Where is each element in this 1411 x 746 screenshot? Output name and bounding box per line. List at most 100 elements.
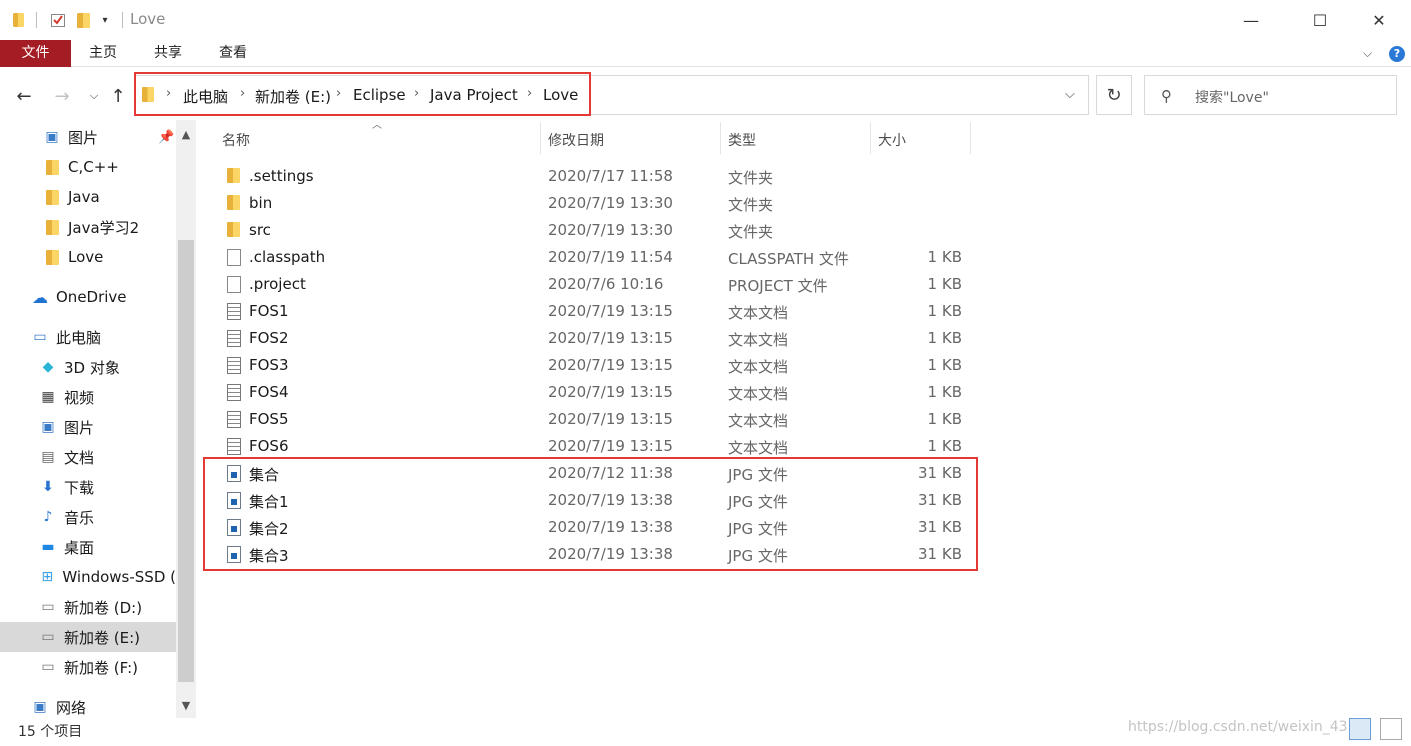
refresh-button[interactable]: ↻ <box>1096 75 1132 115</box>
pin-icon[interactable]: 📌 <box>158 130 174 145</box>
file-date: 2020/7/19 13:38 <box>548 545 673 563</box>
recent-locations-icon[interactable]: ⌵ <box>82 84 106 108</box>
back-icon[interactable]: ← <box>12 84 36 108</box>
column-divider[interactable] <box>540 122 541 154</box>
nav-item-documents[interactable]: ▤ 文档 <box>0 442 176 472</box>
folder-icon <box>42 188 62 206</box>
nav-item-drive-e[interactable]: ▭ 新加卷 (E:) <box>0 622 176 652</box>
file-name: 集合2 <box>249 520 289 538</box>
forward-icon[interactable]: → <box>50 84 74 108</box>
folder-quick-icon[interactable] <box>10 10 26 30</box>
column-header-date[interactable]: 修改日期 <box>548 130 604 150</box>
file-name: FOS4 <box>249 383 289 401</box>
file-row[interactable]: src 2020/7/19 13:30 文件夹 <box>220 217 975 244</box>
column-header-name[interactable]: 名称 <box>222 130 250 150</box>
tab-share[interactable]: 共享 <box>143 40 193 67</box>
file-row[interactable]: FOS1 2020/7/19 13:15 文本文档 1 KB <box>220 298 975 325</box>
file-row[interactable]: FOS2 2020/7/19 13:15 文本文档 1 KB <box>220 325 975 352</box>
nav-item-java2[interactable]: Java学习2 <box>0 212 176 242</box>
nav-item-videos[interactable]: ▦ 视频 <box>0 382 176 412</box>
nav-item-3d-objects[interactable]: ◆ 3D 对象 <box>0 352 176 382</box>
close-button[interactable]: ✕ <box>1356 0 1402 40</box>
properties-icon[interactable] <box>48 10 68 30</box>
nav-scrollbar-thumb[interactable] <box>178 240 194 682</box>
maximize-button[interactable]: ☐ <box>1297 0 1343 40</box>
column-header-type[interactable]: 类型 <box>728 130 756 150</box>
3d-objects-icon: ◆ <box>42 359 54 375</box>
column-divider[interactable] <box>970 122 971 154</box>
file-row[interactable]: FOS5 2020/7/19 13:15 文本文档 1 KB <box>220 406 975 433</box>
nav-item-pictures[interactable]: ▣ 图片 <box>0 412 176 442</box>
details-view-button[interactable] <box>1349 718 1371 740</box>
up-icon[interactable]: ↑ <box>106 84 130 108</box>
file-type: 文件夹 <box>728 223 774 241</box>
network-icon: ▣ <box>33 699 47 715</box>
jpg-file-icon <box>227 546 241 567</box>
file-row[interactable]: .project 2020/7/6 10:16 PROJECT 文件 1 KB <box>220 271 975 298</box>
folder-icon <box>227 222 240 241</box>
column-header-size[interactable]: 大小 <box>878 130 906 150</box>
minimize-button[interactable]: — <box>1228 0 1274 40</box>
file-date: 2020/7/19 13:15 <box>548 410 673 428</box>
file-row[interactable]: FOS6 2020/7/19 13:15 文本文档 1 KB <box>220 433 975 460</box>
file-row[interactable]: 集合3 2020/7/19 13:38 JPG 文件 31 KB <box>220 541 975 568</box>
nav-item-onedrive[interactable]: ☁ OneDrive <box>0 282 176 312</box>
file-row[interactable]: .classpath 2020/7/19 11:54 CLASSPATH 文件 1 K… <box>220 244 975 271</box>
scroll-up-icon[interactable]: ▲ <box>176 124 196 144</box>
nav-item-this-pc[interactable]: ▭ 此电脑 <box>0 322 176 352</box>
nav-item-network[interactable]: ▣ 网络 <box>0 692 176 720</box>
refresh-icon: ↻ <box>1106 84 1122 106</box>
large-icons-view-button[interactable] <box>1380 718 1402 740</box>
folder-icon <box>227 168 240 187</box>
file-size: 1 KB <box>927 383 962 401</box>
file-row[interactable]: FOS4 2020/7/19 13:15 文本文档 1 KB <box>220 379 975 406</box>
customize-toolbar-icon[interactable]: ▾ <box>98 10 112 30</box>
breadcrumb-love[interactable]: Love <box>543 86 578 104</box>
file-size: 31 KB <box>918 545 962 563</box>
file-size: 31 KB <box>918 464 962 482</box>
column-divider[interactable] <box>720 122 721 154</box>
breadcrumb-java-project[interactable]: Java Project <box>430 86 518 104</box>
nav-item-c-cpp[interactable]: C,C++ <box>0 152 176 182</box>
search-input[interactable]: 搜索"Love" <box>1195 87 1269 107</box>
address-bar[interactable]: › 此电脑 › 新加卷 (E:) › Eclipse › Java Projec… <box>134 75 1089 115</box>
breadcrumb-eclipse[interactable]: Eclipse <box>353 86 406 104</box>
tab-home[interactable]: 主页 <box>78 40 128 67</box>
nav-item-windows-ssd[interactable]: ⊞ Windows-SSD ( <box>0 562 176 592</box>
nav-item-music[interactable]: ♪ 音乐 <box>0 502 176 532</box>
nav-item-drive-f[interactable]: ▭ 新加卷 (F:) <box>0 652 176 682</box>
nav-item-java[interactable]: Java <box>0 182 176 212</box>
help-icon[interactable]: ? <box>1389 46 1405 62</box>
nav-item-pictures-quick[interactable]: ▣ 图片 <box>0 122 176 152</box>
column-divider[interactable] <box>870 122 871 154</box>
chevron-right-icon: › <box>336 86 342 101</box>
scroll-down-icon[interactable]: ▼ <box>176 695 196 715</box>
file-row[interactable]: .settings 2020/7/17 11:58 文件夹 <box>220 163 975 190</box>
expand-ribbon-icon[interactable]: ⌵ <box>1363 40 1372 67</box>
divider <box>122 12 123 28</box>
file-row[interactable]: 集合1 2020/7/19 13:38 JPG 文件 31 KB <box>220 487 975 514</box>
videos-icon: ▦ <box>41 389 55 405</box>
tab-view[interactable]: 查看 <box>208 40 258 67</box>
nav-item-desktop[interactable]: ▬ 桌面 <box>0 532 176 562</box>
breadcrumb-drive-e[interactable]: 新加卷 (E:) <box>255 86 331 107</box>
new-folder-quick-icon[interactable] <box>74 10 92 30</box>
file-row[interactable]: FOS3 2020/7/19 13:15 文本文档 1 KB <box>220 352 975 379</box>
file-row[interactable]: 集合2 2020/7/19 13:38 JPG 文件 31 KB <box>220 514 975 541</box>
tab-file[interactable]: 文件 <box>0 40 71 67</box>
file-name: FOS5 <box>249 410 289 428</box>
search-box[interactable]: ⚲ 搜索"Love" <box>1144 75 1397 115</box>
pictures-icon: ▣ <box>41 419 55 435</box>
file-row[interactable]: bin 2020/7/19 13:30 文件夹 <box>220 190 975 217</box>
breadcrumb-this-pc[interactable]: 此电脑 <box>183 86 228 107</box>
file-size: 31 KB <box>918 518 962 536</box>
file-date: 2020/7/19 13:15 <box>548 302 673 320</box>
nav-item-love[interactable]: Love <box>0 242 176 272</box>
file-name: src <box>249 221 271 239</box>
file-row[interactable]: 集合 2020/7/12 11:38 JPG 文件 31 KB <box>220 460 975 487</box>
windows-drive-icon: ⊞ <box>41 569 54 585</box>
nav-item-downloads[interactable]: ⬇ 下载 <box>0 472 176 502</box>
address-dropdown-icon[interactable]: ⌵ <box>1065 87 1075 102</box>
nav-item-drive-d[interactable]: ▭ 新加卷 (D:) <box>0 592 176 622</box>
folder-icon <box>42 158 62 176</box>
